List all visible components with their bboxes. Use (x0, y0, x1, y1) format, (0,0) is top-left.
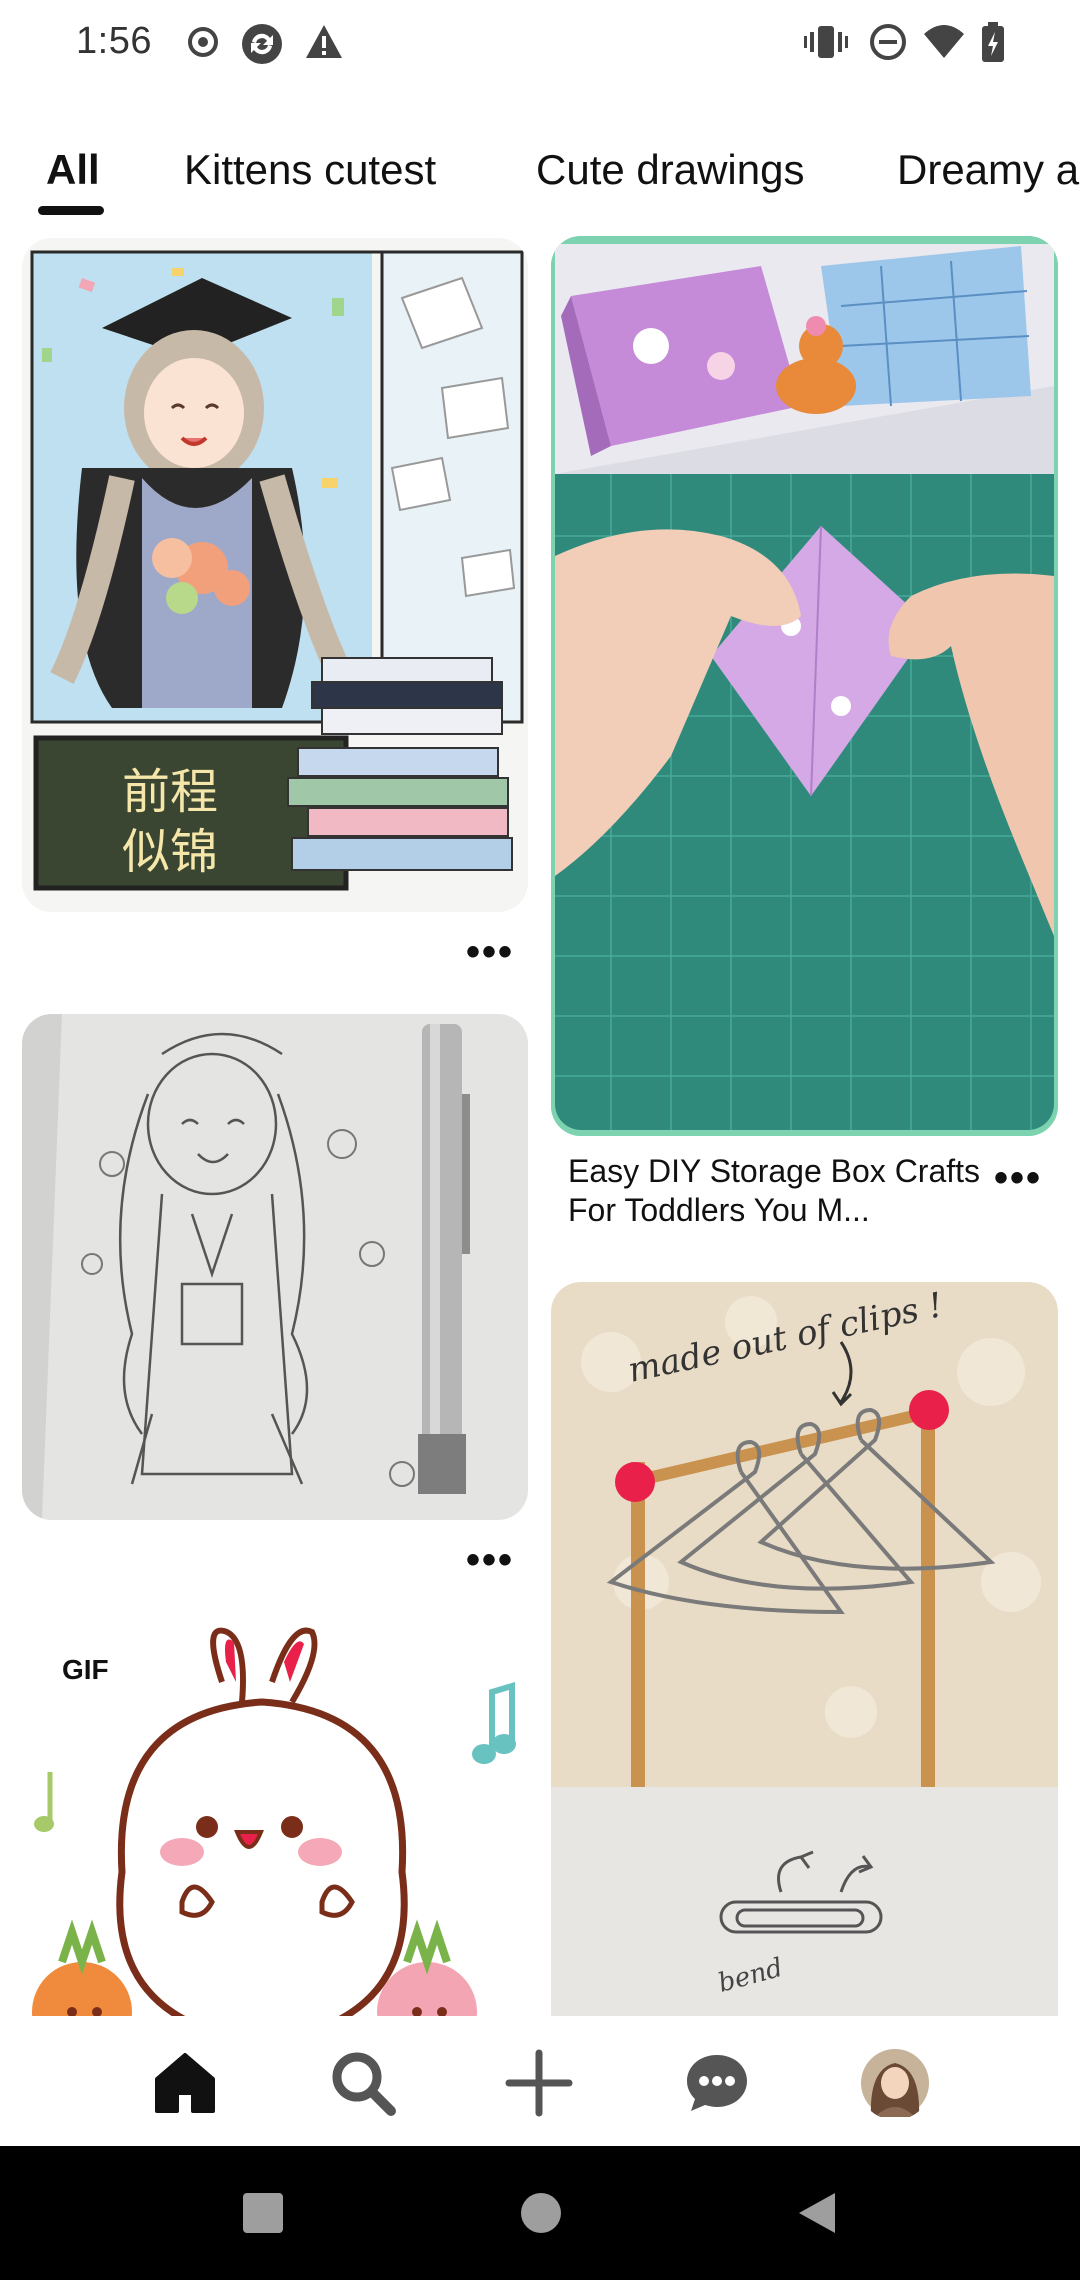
tab-kittens-cutest[interactable]: Kittens cutest (184, 146, 436, 194)
sync-icon (240, 22, 284, 71)
messages-icon[interactable] (680, 2046, 754, 2120)
profile-avatar[interactable] (858, 2046, 932, 2120)
back-button[interactable] (786, 2182, 848, 2244)
vibrate-icon (804, 22, 848, 67)
create-icon[interactable] (502, 2046, 576, 2120)
chalkboard-text-top: 前程 (122, 764, 218, 820)
tab-dreamy[interactable]: Dreamy a (897, 146, 1079, 194)
recents-button[interactable] (232, 2182, 294, 2244)
pin-more-options-button[interactable]: ••• (466, 932, 514, 972)
tab-all[interactable]: All (46, 146, 100, 194)
pin-pencil-sketch[interactable] (22, 1014, 528, 1520)
pin-more-options-button[interactable]: ••• (466, 1540, 514, 1580)
tab-selected-indicator (38, 206, 104, 215)
pin-storage-box-video[interactable] (551, 236, 1058, 1136)
status-time: 1:56 (76, 20, 152, 62)
wifi-icon (922, 22, 966, 67)
system-navigation-bar (0, 2146, 1080, 2280)
tab-cute-drawings[interactable]: Cute drawings (536, 146, 804, 194)
status-bar: 1:56 (0, 0, 1080, 90)
board-tabs: All Kittens cutest Cute drawings Dreamy … (0, 138, 1080, 218)
pin-title[interactable]: Easy DIY Storage Box Crafts For Toddlers… (568, 1152, 988, 1230)
pin-video-thumbnail (551, 236, 1058, 1136)
pin-image (22, 1014, 528, 1520)
home-button[interactable] (510, 2182, 572, 2244)
pin-paperclip-hangers[interactable]: made out of clips ! bend (551, 1282, 1058, 2016)
bottom-navigation (0, 2016, 1080, 2146)
pin-image: 前程 似锦 (22, 238, 528, 912)
do-not-disturb-icon (868, 22, 908, 67)
pin-feed[interactable]: 前程 似锦 ••• Easy DIY Storage Box Crafts Fo… (0, 230, 1080, 2016)
home-icon[interactable] (148, 2046, 222, 2120)
battery-icon (980, 22, 1006, 69)
pin-bunny-gif[interactable]: GIF (22, 1622, 528, 2016)
warning-icon (304, 22, 344, 67)
search-icon[interactable] (326, 2046, 400, 2120)
chalkboard-text-bottom: 似锦 (122, 824, 218, 880)
pin-graduation-illustration[interactable]: 前程 似锦 (22, 238, 528, 912)
record-icon (186, 22, 220, 67)
pin-more-options-button[interactable]: ••• (994, 1158, 1042, 1198)
gif-badge: GIF (44, 1644, 127, 1696)
pin-image: made out of clips ! bend (551, 1282, 1058, 2016)
